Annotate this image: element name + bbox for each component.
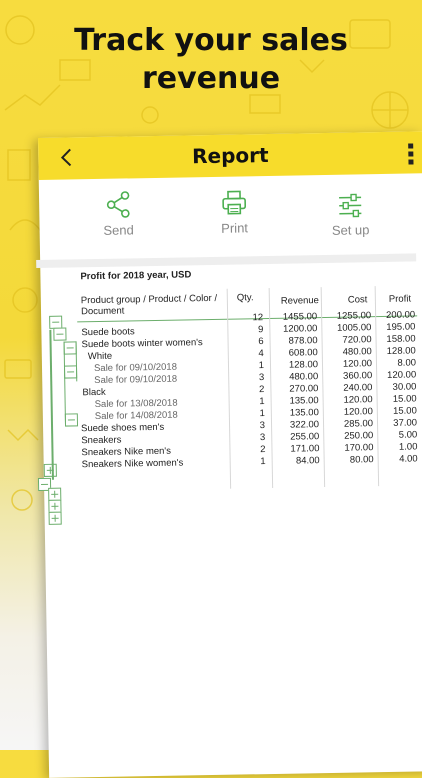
qty-cell: 4 xyxy=(258,348,264,360)
row-label: Sale for 14/08/2018 xyxy=(94,409,178,423)
cost-cell: 120.00 xyxy=(343,394,373,406)
cost-cell: 170.00 xyxy=(344,442,374,454)
profit-cell: 4.00 xyxy=(399,453,418,465)
revenue-cell: 1200.00 xyxy=(282,323,318,335)
profit-cell: 15.00 xyxy=(392,405,417,417)
collapse-toggle-icon[interactable] xyxy=(53,327,67,341)
expand-toggle-icon[interactable] xyxy=(43,463,57,477)
print-label: Print xyxy=(221,220,249,236)
cost-cell: 285.00 xyxy=(343,418,374,430)
revenue-cell: 128.00 xyxy=(288,359,319,371)
qty-cell: 12 xyxy=(252,312,264,324)
send-label: Send xyxy=(103,222,134,238)
row-label: Sneakers xyxy=(81,434,122,447)
row-label: Suede boots winter women's xyxy=(81,337,203,351)
collapse-toggle-icon[interactable] xyxy=(64,413,79,427)
header-qty: Qty. xyxy=(236,292,254,304)
revenue-cell: 1455.00 xyxy=(282,311,318,323)
revenue-cell: 135.00 xyxy=(289,395,319,407)
row-label: Black xyxy=(82,386,106,399)
profit-cell: 15.00 xyxy=(392,393,417,405)
qty-cell: 9 xyxy=(257,324,264,336)
action-toolbar: Send Print Set up xyxy=(39,173,422,260)
page-title: Report xyxy=(191,142,269,169)
headline-line-2: revenue xyxy=(141,61,281,96)
revenue-cell: 608.00 xyxy=(288,347,318,359)
setup-button[interactable]: Set up xyxy=(315,192,386,238)
cost-cell: 120.00 xyxy=(343,406,373,418)
more-menu-icon[interactable] xyxy=(408,143,414,165)
header-profit: Profit xyxy=(388,293,412,305)
profit-cell: 200.00 xyxy=(385,309,416,321)
header-revenue: Revenue xyxy=(280,295,320,307)
qty-cell: 3 xyxy=(258,372,265,384)
app-bar: Report xyxy=(38,131,422,180)
revenue-cell: 480.00 xyxy=(289,371,319,383)
row-label: Sale for 09/10/2018 xyxy=(94,373,178,387)
qty-cell: 2 xyxy=(259,384,265,396)
cost-cell: 1255.00 xyxy=(336,310,372,322)
qty-cell: 6 xyxy=(258,336,264,348)
headline-line-1: Track your sales xyxy=(74,23,348,58)
profit-cell: 37.00 xyxy=(393,417,418,429)
row-label: Sale for 09/10/2018 xyxy=(93,361,178,375)
profit-cell: 8.00 xyxy=(397,357,417,369)
profit-cell: 1.00 xyxy=(398,441,418,453)
revenue-cell: 255.00 xyxy=(290,431,320,443)
row-label: Suede shoes men's xyxy=(80,421,165,435)
revenue-cell: 270.00 xyxy=(289,383,319,395)
cost-cell: 1005.00 xyxy=(336,322,372,334)
profit-cell: 30.00 xyxy=(392,381,417,393)
printer-icon xyxy=(222,190,247,215)
row-label: White xyxy=(87,350,113,363)
profit-cell: 5.00 xyxy=(398,429,418,441)
revenue-cell: 84.00 xyxy=(295,455,320,467)
print-button[interactable]: Print xyxy=(199,188,270,236)
row-label: Suede boots xyxy=(81,326,135,339)
setup-label: Set up xyxy=(331,222,370,238)
revenue-cell: 135.00 xyxy=(289,407,319,419)
profit-cell: 128.00 xyxy=(386,345,416,357)
qty-cell: 1 xyxy=(258,360,265,372)
profit-cell: 195.00 xyxy=(386,321,416,333)
send-button[interactable]: Send xyxy=(83,190,154,238)
phone-screen: Report Send Print Set up Profit for 2018… xyxy=(36,131,422,778)
report-title: Profit for 2018 year, USD xyxy=(80,269,192,283)
revenue-cell: 171.00 xyxy=(290,443,320,455)
sliders-icon xyxy=(339,193,362,218)
row-label: Sneakers Nike men's xyxy=(81,445,172,459)
qty-cell: 1 xyxy=(259,396,265,408)
row-label: Sneakers Nike women's xyxy=(81,457,184,471)
share-icon xyxy=(106,191,130,218)
qty-cell: 1 xyxy=(260,456,266,468)
cost-cell: 720.00 xyxy=(342,334,372,346)
revenue-cell: 322.00 xyxy=(289,419,320,431)
qty-cell: 2 xyxy=(260,444,266,456)
cost-cell: 250.00 xyxy=(344,430,374,442)
header-cost: Cost xyxy=(347,294,368,306)
cost-cell: 480.00 xyxy=(342,346,372,358)
profit-cell: 120.00 xyxy=(387,369,417,381)
qty-cell: 3 xyxy=(259,420,266,432)
qty-cell: 3 xyxy=(259,432,266,444)
cost-cell: 120.00 xyxy=(342,358,373,370)
cost-cell: 80.00 xyxy=(349,454,374,466)
expand-toggle-icon[interactable] xyxy=(48,511,62,525)
row-label: Sale for 13/08/2018 xyxy=(94,397,178,411)
revenue-cell: 878.00 xyxy=(288,335,318,347)
profit-cell: 158.00 xyxy=(386,333,416,345)
cost-cell: 240.00 xyxy=(343,382,373,394)
cost-cell: 360.00 xyxy=(343,370,373,382)
qty-cell: 1 xyxy=(259,408,265,420)
headline: Track your sales revenue xyxy=(0,22,422,98)
